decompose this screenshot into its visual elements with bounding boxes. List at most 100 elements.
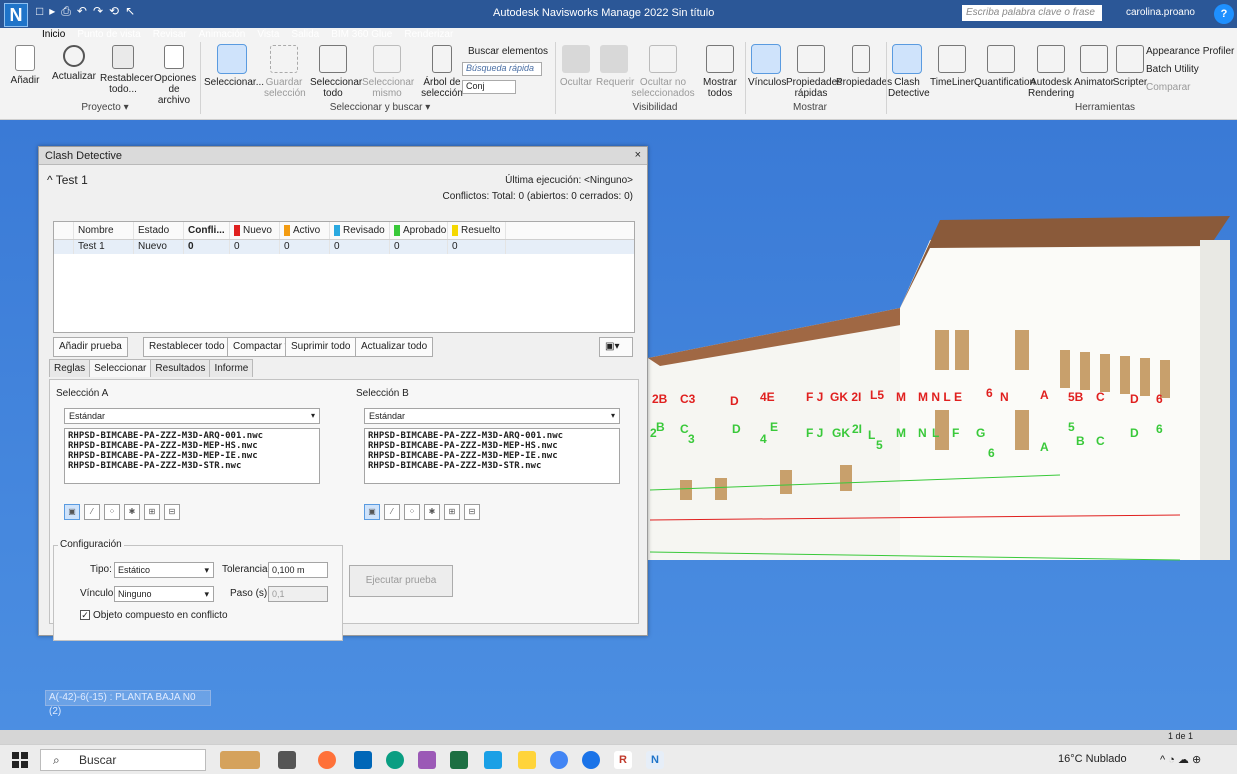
hide-unselected-button[interactable]: Ocultar no seleccionados [630,45,696,99]
new-icon[interactable]: □ [36,4,43,19]
column-header[interactable]: Revisado [330,222,390,239]
list-item[interactable]: RHPSD-BIMCABE-PA-ZZZ-M3D-ARQ-001.nwc [68,431,316,441]
chrome-profile-icon[interactable] [582,751,600,769]
appearance-profiler-button[interactable]: Appearance Profiler [1146,46,1234,57]
print-icon[interactable]: ⎙ [61,4,71,19]
surfaces-icon[interactable]: ▣ [364,504,380,520]
list-item[interactable]: RHPSD-BIMCABE-PA-ZZZ-M3D-STR.nwc [68,461,316,471]
redo-icon[interactable]: ↷ [93,4,103,19]
update-all-button[interactable]: Actualizar todo [355,337,434,357]
column-header[interactable]: Activo [280,222,330,239]
links-button[interactable]: Vínculos [748,44,786,88]
animator-button[interactable]: Animator [1074,45,1114,88]
list-item[interactable]: RHPSD-BIMCABE-PA-ZZZ-M3D-MEP-HS.nwc [368,441,616,451]
use-current-selection-icon[interactable]: ⊞ [444,504,460,520]
help-search-input[interactable]: Escriba palabra clave o frase [962,5,1102,21]
tab-revisar[interactable]: Revisar [147,28,193,42]
onedrive-icon[interactable] [484,751,502,769]
add-file-button[interactable]: Añadir [8,45,42,86]
lines-icon[interactable]: ⁄ [84,504,100,520]
column-header[interactable]: Resuelto [448,222,506,239]
quick-find-input[interactable]: Búsqueda rápida [462,62,542,76]
list-item[interactable]: RHPSD-BIMCABE-PA-ZZZ-M3D-MEP-HS.nwc [68,441,316,451]
select-same-button[interactable]: Seleccionar mismo [362,45,414,99]
surfaces-icon[interactable]: ▣ [64,504,80,520]
column-header[interactable]: Nombre [74,222,134,239]
selection-b-mode-select[interactable]: Estándar ▾ [364,408,620,424]
list-item[interactable]: RHPSD-BIMCABE-PA-ZZZ-M3D-MEP-IE.nwc [368,451,616,461]
save-selection-button[interactable]: Guardar selección [264,45,306,99]
clash-detective-button[interactable]: Clash Detective [888,44,930,99]
selection-b-tree[interactable]: RHPSD-BIMCABE-PA-ZZZ-M3D-ARQ-001.nwc RHP… [364,428,620,484]
test-title[interactable]: ^ Test 1 [47,173,88,187]
type-select[interactable]: Estático ▾ [114,562,214,578]
tab-results[interactable]: Resultados [150,359,211,377]
open-icon[interactable]: ▸ [49,4,55,19]
hide-button[interactable]: Ocultar [558,45,594,88]
group-project[interactable]: Proyecto ▾ [60,102,150,113]
add-test-button[interactable]: Añadir prueba [53,337,128,357]
step-input[interactable]: 0,1 [268,586,328,602]
list-item[interactable]: RHPSD-BIMCABE-PA-ZZZ-M3D-MEP-IE.nwc [68,451,316,461]
quantification-button[interactable]: Quantification [974,45,1035,88]
system-tray[interactable]: ^ ◔ ☁ ⊕ [1160,753,1201,766]
close-icon[interactable]: × [635,149,641,161]
find-items-button[interactable]: Buscar elementos [468,46,548,57]
self-intersect-icon[interactable]: ✱ [124,504,140,520]
selection-a-mode-select[interactable]: Estándar ▾ [64,408,320,424]
tab-animacion[interactable]: Animación [193,28,252,42]
points-icon[interactable]: ⁘ [104,504,120,520]
sets-dropdown[interactable]: Conj [462,80,516,94]
timeliner-button[interactable]: TimeLiner [930,45,974,88]
select-in-scene-icon[interactable]: ⊟ [464,504,480,520]
select-cursor-icon[interactable]: ↖ [125,4,135,19]
reset-all-button[interactable]: Restablecer todo [143,337,231,357]
taskbar-search-input[interactable]: ⌕ Buscar [40,749,206,771]
weather-widget[interactable]: 16°C Nublado [1058,753,1127,765]
screenshot-icon[interactable] [418,751,436,769]
tab-renderizar[interactable]: Renderizar [398,28,459,42]
group-select-search[interactable]: Seleccionar y buscar ▾ [300,102,460,113]
taskbar-app-icon[interactable] [220,751,260,769]
clash-detective-header[interactable]: Clash Detective × [39,147,647,165]
require-button[interactable]: Requerir [596,45,634,88]
tab-salida[interactable]: Salida [285,28,325,42]
selection-tree-button[interactable]: Árbol de selección [418,45,466,99]
properties-button[interactable]: Propiedades [836,45,892,88]
tab-inicio[interactable]: Inicio [36,28,72,42]
use-current-selection-icon[interactable]: ⊞ [144,504,160,520]
tab-punto-de-vista[interactable]: Punto de vista [71,28,146,42]
file-explorer-icon[interactable] [518,751,536,769]
composite-object-checkbox[interactable]: ✓ Objeto compuesto en conflicto [80,610,228,621]
export-dropdown-button[interactable]: ▣▾ [599,337,633,357]
refresh-icon[interactable]: ⟲ [109,4,119,19]
tab-select[interactable]: Seleccionar [89,359,152,377]
tolerance-input[interactable]: 0,100 m [268,562,328,578]
task-view-icon[interactable] [278,751,296,769]
help-icon[interactable]: ? [1214,4,1234,24]
file-options-button[interactable]: Opciones de archivo [154,45,196,106]
refresh-button[interactable]: Actualizar [52,45,96,82]
tab-rules[interactable]: Reglas [49,359,91,377]
store-icon[interactable] [354,751,372,769]
selection-a-tree[interactable]: RHPSD-BIMCABE-PA-ZZZ-M3D-ARQ-001.nwc RHP… [64,428,320,484]
batch-utility-button[interactable]: Batch Utility [1146,64,1199,75]
excel-icon[interactable] [450,751,468,769]
compare-button[interactable]: Comparar [1146,82,1190,93]
firefox-icon[interactable] [318,751,336,769]
user-account[interactable]: carolina.proano [1126,7,1195,18]
select-in-scene-icon[interactable]: ⊟ [164,504,180,520]
revit-icon[interactable]: R [614,751,632,769]
quick-properties-button[interactable]: Propiedades rápidas [786,45,842,99]
chrome-icon[interactable] [550,751,568,769]
navisworks-logo[interactable]: N [4,3,28,27]
list-item[interactable]: RHPSD-BIMCABE-PA-ZZZ-M3D-STR.nwc [368,461,616,471]
run-test-button[interactable]: Ejecutar prueba [349,565,453,597]
list-item[interactable]: RHPSD-BIMCABE-PA-ZZZ-M3D-ARQ-001.nwc [368,431,616,441]
select-all-button[interactable]: Seleccionar todo [310,45,362,99]
lines-icon[interactable]: ⁄ [384,504,400,520]
points-icon[interactable]: ⁘ [404,504,420,520]
scripter-button[interactable]: Scripter [1112,45,1148,88]
column-header[interactable]: Estado [134,222,184,239]
unhide-all-button[interactable]: Mostrar todos [700,45,740,99]
